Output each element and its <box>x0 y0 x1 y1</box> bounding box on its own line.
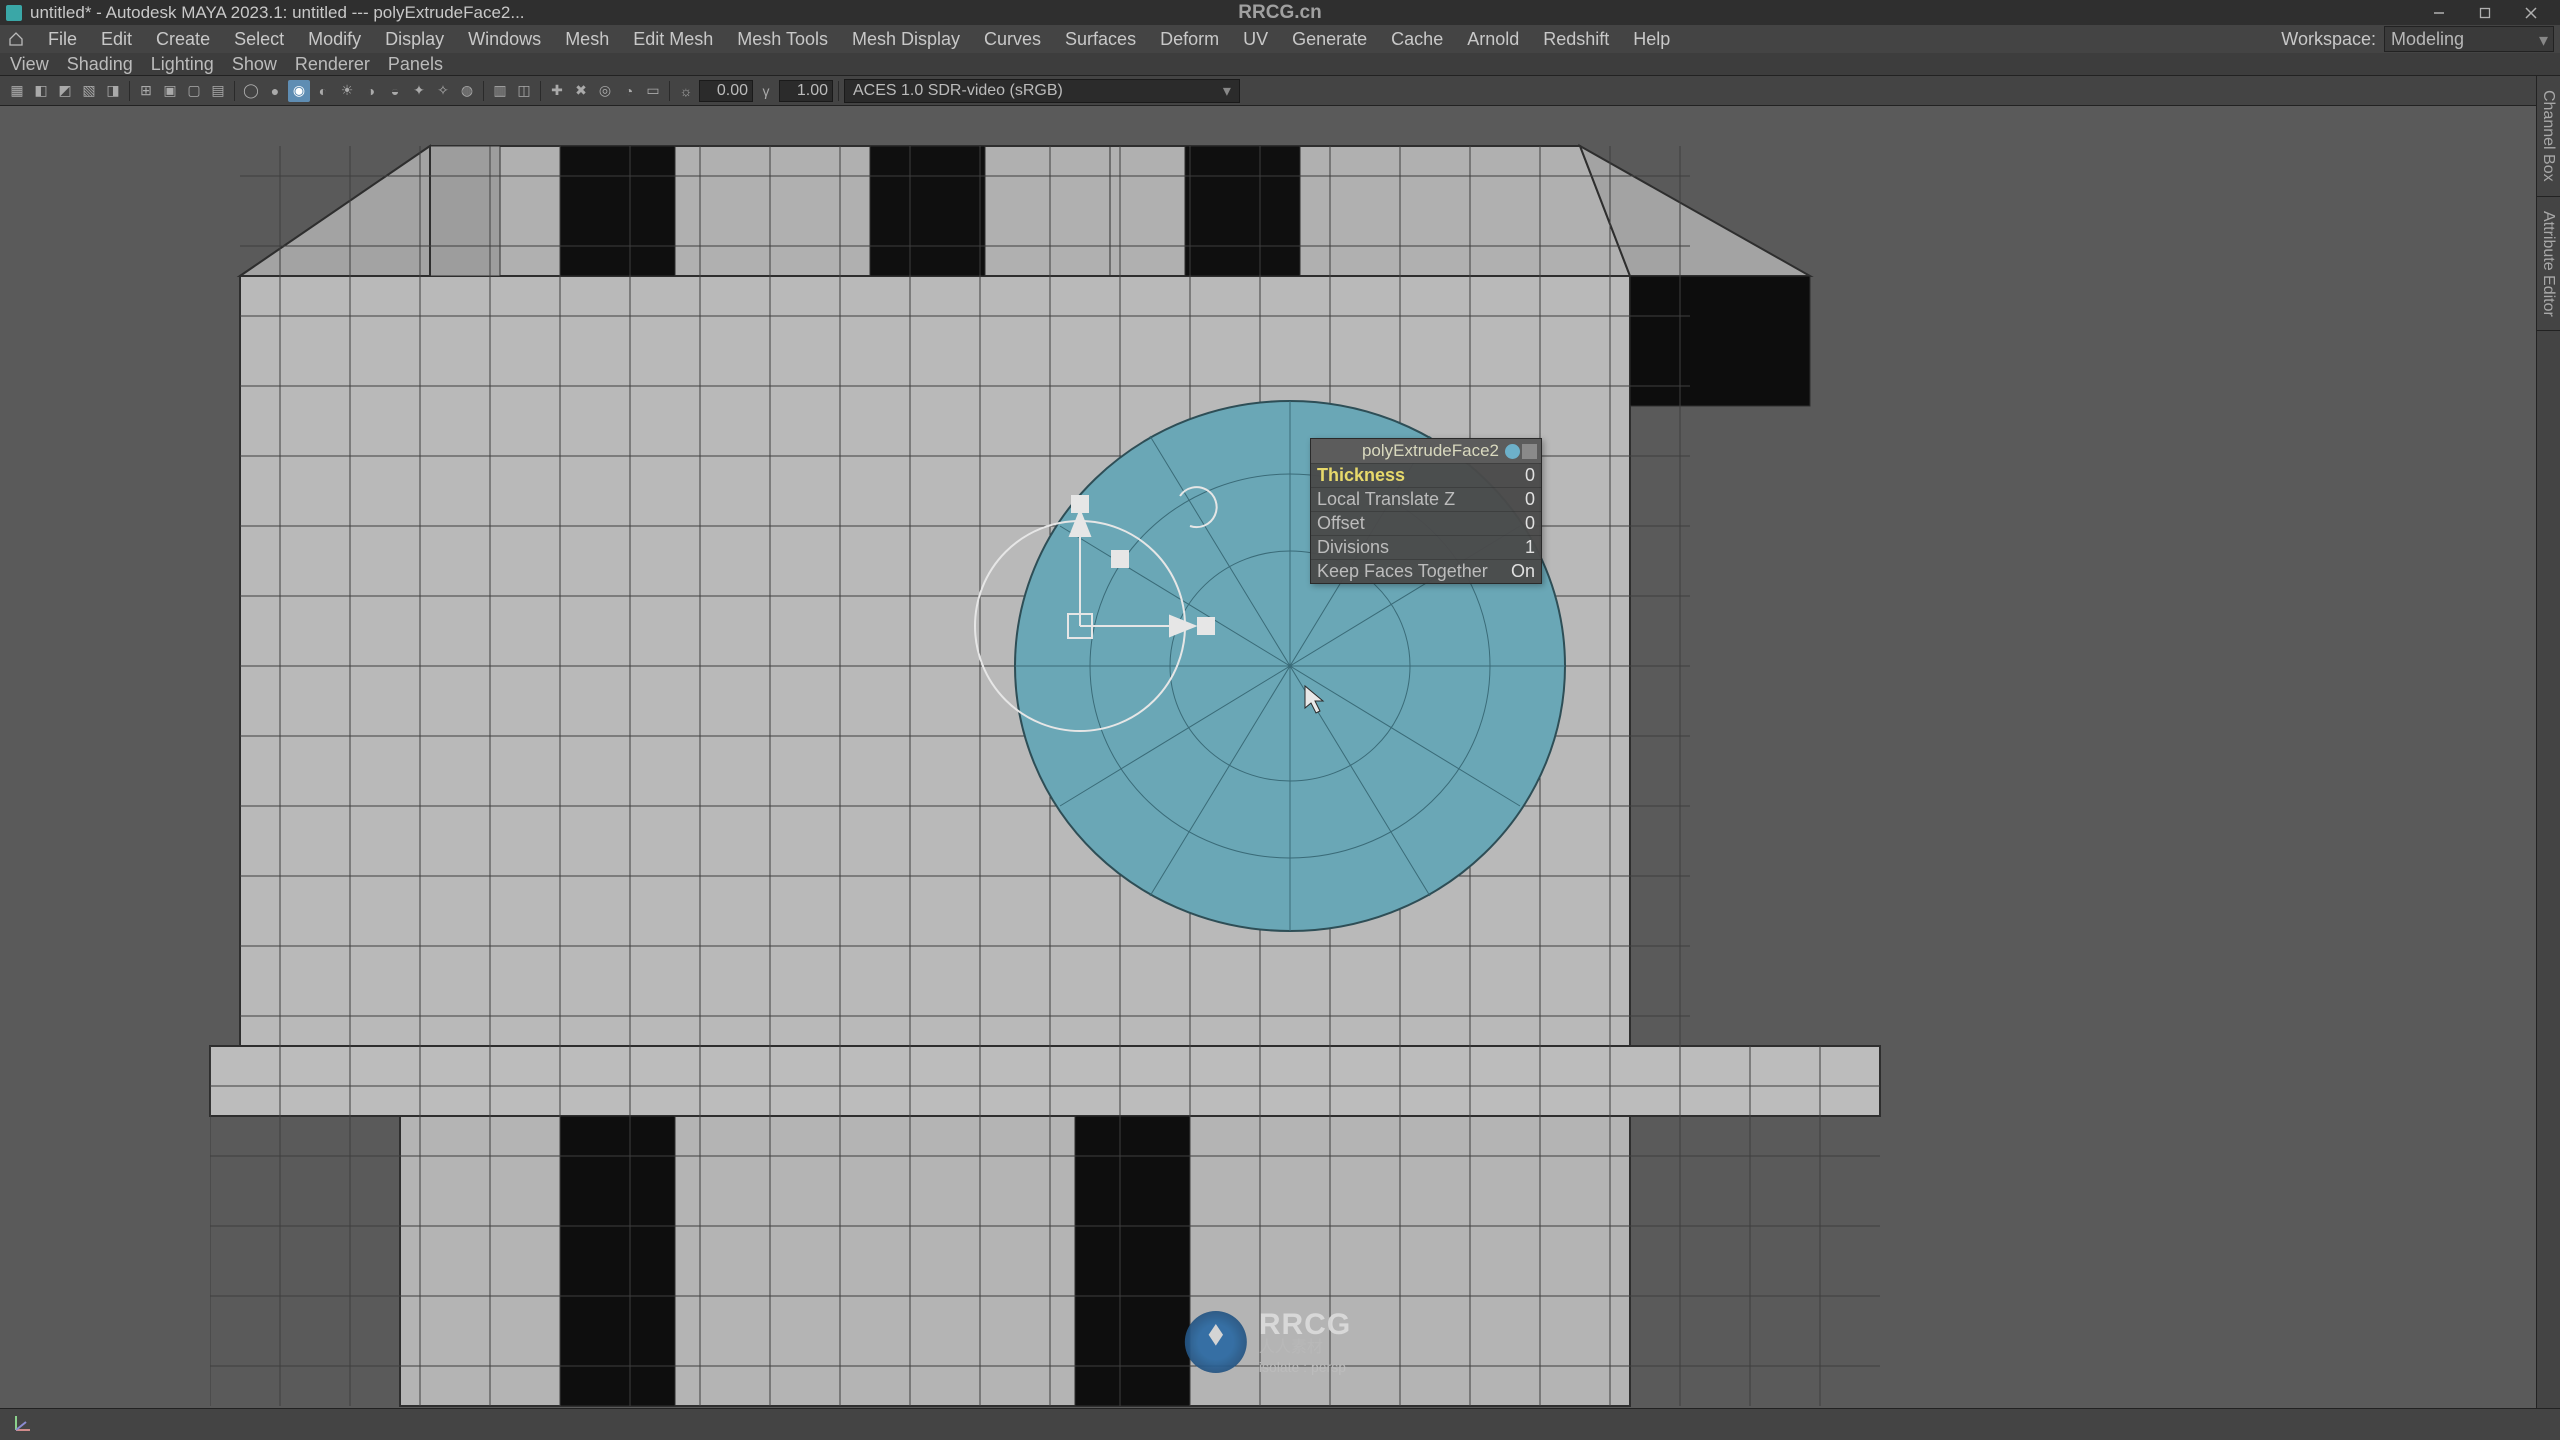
app-icon <box>6 5 22 21</box>
film-gate-icon[interactable]: ▣ <box>159 80 181 102</box>
dock-channel-box[interactable]: Channel Box <box>2537 76 2560 197</box>
menu-create[interactable]: Create <box>144 26 222 53</box>
dof-icon[interactable]: ◍ <box>456 80 478 102</box>
camera-attr-icon[interactable]: ◩ <box>54 80 76 102</box>
menu-modify[interactable]: Modify <box>296 26 373 53</box>
workspace-label: Workspace: <box>2281 29 2376 50</box>
menu-cache[interactable]: Cache <box>1379 26 1455 53</box>
panel-view[interactable]: View <box>10 54 49 75</box>
workspace-selector: Workspace: Modeling ▾ <box>2281 26 2554 52</box>
camera-bookmark-icon[interactable]: ◧ <box>30 80 52 102</box>
window-title: untitled* - Autodesk MAYA 2023.1: untitl… <box>30 3 525 23</box>
menu-windows[interactable]: Windows <box>456 26 553 53</box>
xray-icon[interactable]: ◫ <box>513 80 535 102</box>
menu-bar: File Edit Create Select Modify Display W… <box>0 25 2560 53</box>
subd-icon[interactable]: ◔ <box>618 80 640 102</box>
panel-lighting[interactable]: Lighting <box>151 54 214 75</box>
xray-comp-icon[interactable]: ✖ <box>570 80 592 102</box>
exposure-field[interactable] <box>699 80 753 102</box>
right-dock: Channel Box Attribute Editor <box>2536 76 2560 1408</box>
window-minimize-button[interactable] <box>2416 1 2462 25</box>
exposure-icon[interactable]: ☼ <box>675 80 697 102</box>
ao-icon[interactable]: ◒ <box>384 80 406 102</box>
panel-menu-bar: View Shading Lighting Show Renderer Pane… <box>0 53 2560 76</box>
menu-display[interactable]: Display <box>373 26 456 53</box>
title-center-brand: RRCG.cn <box>1238 2 1321 24</box>
color-space-label: ACES 1.0 SDR-video (sRGB) <box>853 82 1063 100</box>
watermark-logo-icon <box>1185 1311 1247 1373</box>
isolate-select-icon[interactable]: ▥ <box>489 80 511 102</box>
menu-mesh-tools[interactable]: Mesh Tools <box>725 26 840 53</box>
textured-icon[interactable]: ◐ <box>312 80 334 102</box>
wireframe-icon[interactable]: ◯ <box>240 80 262 102</box>
menu-generate[interactable]: Generate <box>1280 26 1379 53</box>
window-maximize-button[interactable] <box>2462 1 2508 25</box>
title-bar: untitled* - Autodesk MAYA 2023.1: untitl… <box>0 0 2560 25</box>
popup-row-keep-faces[interactable]: Keep Faces Together On <box>1311 559 1541 583</box>
menu-arnold[interactable]: Arnold <box>1455 26 1531 53</box>
popup-row-offset[interactable]: Offset 0 <box>1311 511 1541 535</box>
xray-joints-icon[interactable]: ✚ <box>546 80 568 102</box>
poly-count-icon[interactable]: ◎ <box>594 80 616 102</box>
watermark-sub: 人人素材 <box>1259 1340 1351 1356</box>
menu-file[interactable]: File <box>36 26 89 53</box>
use-lights-icon[interactable]: ☀ <box>336 80 358 102</box>
dock-attribute-editor[interactable]: Attribute Editor <box>2537 197 2560 332</box>
menu-redshift[interactable]: Redshift <box>1531 26 1621 53</box>
resolution-gate-icon[interactable]: ▢ <box>183 80 205 102</box>
smooth-shade-icon[interactable]: ● <box>264 80 286 102</box>
menu-uv[interactable]: UV <box>1231 26 1280 53</box>
panel-renderer[interactable]: Renderer <box>295 54 370 75</box>
two-side-icon[interactable]: ◨ <box>102 80 124 102</box>
status-bar <box>0 1408 2560 1440</box>
popup-close-icon[interactable] <box>1522 444 1537 459</box>
camera-select-icon[interactable]: ▦ <box>6 80 28 102</box>
menu-mesh[interactable]: Mesh <box>553 26 621 53</box>
menu-surfaces[interactable]: Surfaces <box>1053 26 1148 53</box>
menu-select[interactable]: Select <box>222 26 296 53</box>
scene-canvas <box>0 106 2536 1408</box>
gamma-icon[interactable]: γ <box>755 80 777 102</box>
menu-help[interactable]: Help <box>1621 26 1682 53</box>
extrude-popup[interactable]: polyExtrudeFace2 Thickness 0 Local Trans… <box>1310 438 1542 584</box>
popup-row-thickness[interactable]: Thickness 0 <box>1311 463 1541 487</box>
window-close-button[interactable] <box>2508 1 2554 25</box>
viewport-toolbar: ▦ ◧ ◩ ▧ ◨ ⊞ ▣ ▢ ▤ ◯ ● ◉ ◐ ☀ ◑ ◒ ✦ ✧ ◍ ▥ … <box>0 76 2560 106</box>
popup-row-divisions[interactable]: Divisions 1 <box>1311 535 1541 559</box>
panel-shading[interactable]: Shading <box>67 54 133 75</box>
axis-indicator-icon <box>12 1410 36 1439</box>
gate-mask-icon[interactable]: ▤ <box>207 80 229 102</box>
aa-icon[interactable]: ✧ <box>432 80 454 102</box>
wire-on-shaded-icon[interactable]: ◉ <box>288 80 310 102</box>
menu-edit[interactable]: Edit <box>89 26 144 53</box>
panel-show[interactable]: Show <box>232 54 277 75</box>
menu-edit-mesh[interactable]: Edit Mesh <box>621 26 725 53</box>
menu-mesh-display[interactable]: Mesh Display <box>840 26 972 53</box>
shadows-icon[interactable]: ◑ <box>360 80 382 102</box>
panel-panels[interactable]: Panels <box>388 54 443 75</box>
image-plane-icon[interactable]: ▧ <box>78 80 100 102</box>
watermark: RRCG 人人素材 isolate : persp <box>1185 1310 1351 1374</box>
viewport-persp[interactable]: polyExtrudeFace2 Thickness 0 Local Trans… <box>0 106 2536 1408</box>
isolate-label: isolate : persp <box>1259 1360 1351 1374</box>
watermark-text: RRCG <box>1259 1310 1351 1340</box>
color-space-dropdown[interactable]: ACES 1.0 SDR-video (sRGB) ▾ <box>844 79 1240 103</box>
popup-row-local-translate-z[interactable]: Local Translate Z 0 <box>1311 487 1541 511</box>
popup-title: polyExtrudeFace2 <box>1315 441 1505 461</box>
grid-icon[interactable]: ⊞ <box>135 80 157 102</box>
hud-icon[interactable]: ▭ <box>642 80 664 102</box>
workspace-dropdown[interactable]: Modeling <box>2384 26 2554 52</box>
menu-curves[interactable]: Curves <box>972 26 1053 53</box>
motion-blur-icon[interactable]: ✦ <box>408 80 430 102</box>
gamma-field[interactable] <box>779 80 833 102</box>
node-indicator-icon[interactable] <box>1505 444 1520 459</box>
menu-deform[interactable]: Deform <box>1148 26 1231 53</box>
chevron-down-icon: ▾ <box>1223 81 1231 101</box>
home-icon[interactable] <box>6 29 26 49</box>
